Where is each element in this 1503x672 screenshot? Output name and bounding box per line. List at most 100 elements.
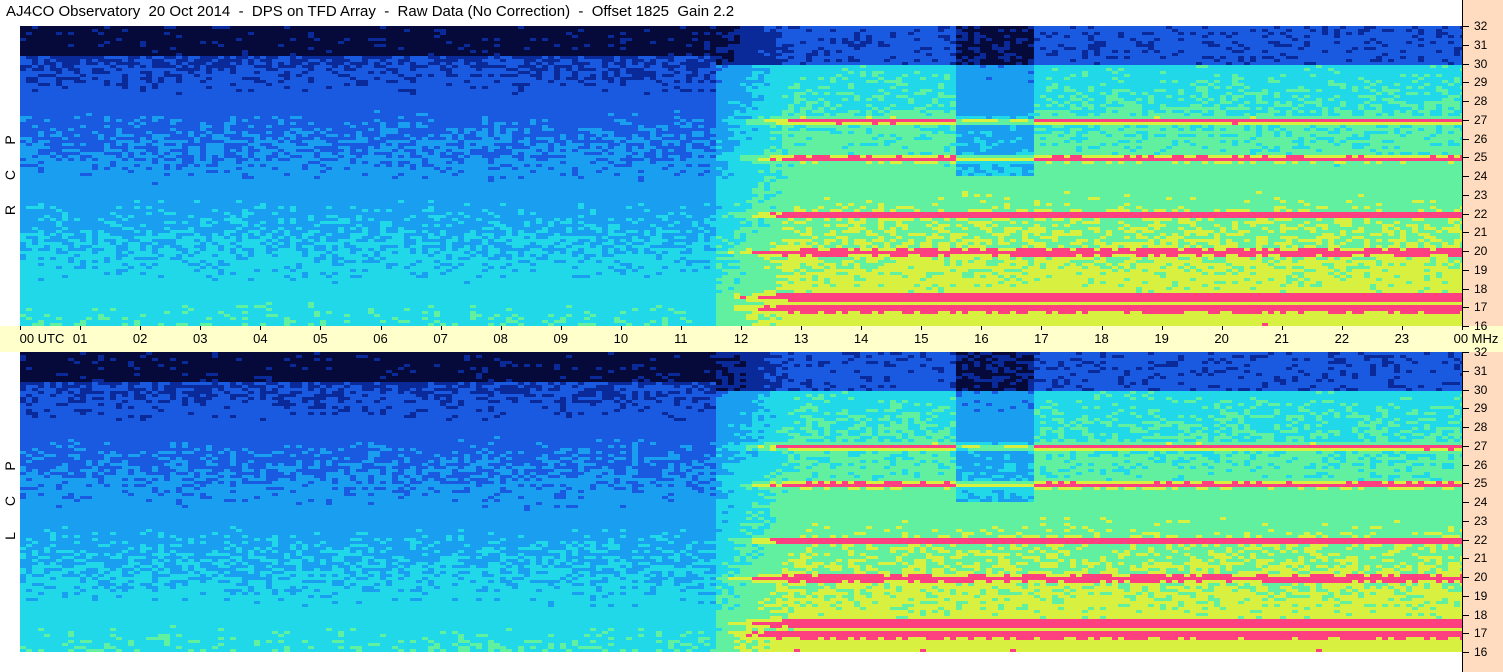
rcp-heat-cell xyxy=(602,227,608,230)
rcp-heat-cell xyxy=(1076,89,1088,92)
rcp-heat-cell xyxy=(1022,239,1034,242)
rcp-heat-cell xyxy=(1334,41,1340,44)
rcp-heat-cell xyxy=(506,65,518,68)
rcp-heat-cell xyxy=(44,230,56,233)
rcp-heat-cell xyxy=(782,212,1462,215)
rcp-heat-cell xyxy=(938,131,944,134)
rcp-heat-cell xyxy=(1166,209,1172,212)
rcp-heat-cell xyxy=(980,38,986,41)
rcp-heat-cell xyxy=(638,113,716,116)
rcp-heat-cell xyxy=(398,173,404,176)
rcp-heat-cell xyxy=(500,146,506,149)
rcp-heat-cell xyxy=(836,29,860,32)
rcp-heat-cell xyxy=(1136,125,1148,128)
rcp-heat-cell xyxy=(716,230,734,233)
rcp-heat-cell xyxy=(1256,134,1262,137)
rcp-heat-cell xyxy=(842,77,848,80)
rcp-heat-cell xyxy=(458,221,464,224)
rcp-heat-cell xyxy=(1094,230,1100,233)
rcp-heat-cell xyxy=(290,218,296,221)
rcp-heat-cell xyxy=(440,155,458,158)
rcp-heat-cell xyxy=(716,194,758,197)
rcp-heat-cell xyxy=(110,62,116,65)
rcp-heat-cell xyxy=(1400,83,1424,86)
rcp-heat-cell xyxy=(500,176,506,179)
rcp-heat-cell xyxy=(314,131,320,134)
rcp-heat-cell xyxy=(1106,209,1130,212)
rcp-heat-cell xyxy=(260,116,272,119)
rcp-heat-cell xyxy=(1154,89,1166,92)
rcp-heat-cell xyxy=(314,128,320,131)
rcp-heat-cell xyxy=(848,224,854,227)
rcp-heat-cell xyxy=(494,74,500,77)
rcp-heat-cell xyxy=(1166,26,1172,29)
rcp-heat-cell xyxy=(1454,224,1460,227)
rcp-heat-cell xyxy=(968,191,1064,194)
rcp-heat-cell xyxy=(536,164,542,167)
rcp-heat-cell xyxy=(176,47,308,50)
rcp-heat-cell xyxy=(488,236,494,239)
rcp-heat-cell xyxy=(488,221,500,224)
rcp-heat-cell xyxy=(632,74,656,77)
rcp-heat-cell xyxy=(104,149,122,152)
rcp-heat-cell xyxy=(956,98,1034,101)
rcp-heat-cell xyxy=(824,113,830,116)
rcp-heat-cell xyxy=(1178,125,1190,128)
rcp-heat-cell xyxy=(260,149,278,152)
rcp-heat-cell xyxy=(980,41,1004,44)
rcp-heat-cell xyxy=(650,29,734,32)
rcp-heat-cell xyxy=(836,122,842,125)
rcp-heat-cell xyxy=(512,83,530,86)
rcp-heat-cell xyxy=(812,29,830,32)
rcp-heat-cell xyxy=(1226,47,1232,50)
rcp-heat-cell xyxy=(440,56,446,59)
rcp-heat-cell xyxy=(926,233,932,236)
rcp-heat-cell xyxy=(1370,218,1412,221)
rcp-heat-cell xyxy=(968,233,992,236)
rcp-heat-cell xyxy=(764,71,770,74)
rcp-heat-cell xyxy=(1352,239,1364,242)
rcp-heat-cell xyxy=(1130,140,1136,143)
rcp-heat-cell xyxy=(1124,206,1136,209)
rcp-heat-cell xyxy=(656,134,662,137)
rcp-heat-cell xyxy=(20,167,38,170)
rcp-heat-cell xyxy=(404,62,410,65)
rcp-heat-cell xyxy=(1334,32,1340,35)
rcp-heat-cell xyxy=(56,74,80,77)
rcp-heat-cell xyxy=(290,239,302,242)
rcp-heat-cell xyxy=(80,155,92,158)
rcp-heat-cell xyxy=(152,143,164,146)
rcp-heat-cell xyxy=(1094,41,1106,44)
rcp-heat-cell xyxy=(1136,149,1160,152)
rcp-heat-cell xyxy=(452,149,470,152)
rcp-heat-cell xyxy=(242,176,254,179)
rcp-heat-cell xyxy=(938,197,944,200)
rcp-heat-cell xyxy=(290,26,380,29)
rcp-heat-cell xyxy=(734,110,740,113)
rcp-heat-cell xyxy=(278,158,290,161)
rcp-heat-cell xyxy=(1376,149,1462,152)
rcp-heat-cell xyxy=(692,44,704,47)
rcp-heat-cell xyxy=(692,125,698,128)
rcp-heat-cell xyxy=(1334,35,1340,38)
rcp-heat-cell xyxy=(824,98,842,101)
rcp-heat-cell xyxy=(1352,143,1370,146)
rcp-heat-cell xyxy=(1232,47,1244,50)
rcp-heat-cell xyxy=(806,62,902,65)
rcp-heat-cell xyxy=(1382,113,1388,116)
rcp-heat-cell xyxy=(1118,101,1136,104)
rcp-heat-cell xyxy=(62,224,110,227)
rcp-heat-cell xyxy=(1238,122,1462,125)
rcp-heat-cell xyxy=(608,233,626,236)
rcp-heat-cell xyxy=(80,152,104,155)
rcp-heat-cell xyxy=(1040,95,1046,98)
rcp-heat-cell xyxy=(110,143,116,146)
rcp-heat-cell xyxy=(116,161,152,164)
rcp-heat-cell xyxy=(1034,203,1040,206)
rcp-heat-cell xyxy=(278,221,284,224)
rcp-heat-cell xyxy=(20,131,38,134)
rcp-heat-cell xyxy=(86,239,92,242)
rcp-heat-cell xyxy=(38,140,50,143)
rcp-heat-cell xyxy=(314,146,338,149)
rcp-heat-cell xyxy=(1046,86,1058,89)
